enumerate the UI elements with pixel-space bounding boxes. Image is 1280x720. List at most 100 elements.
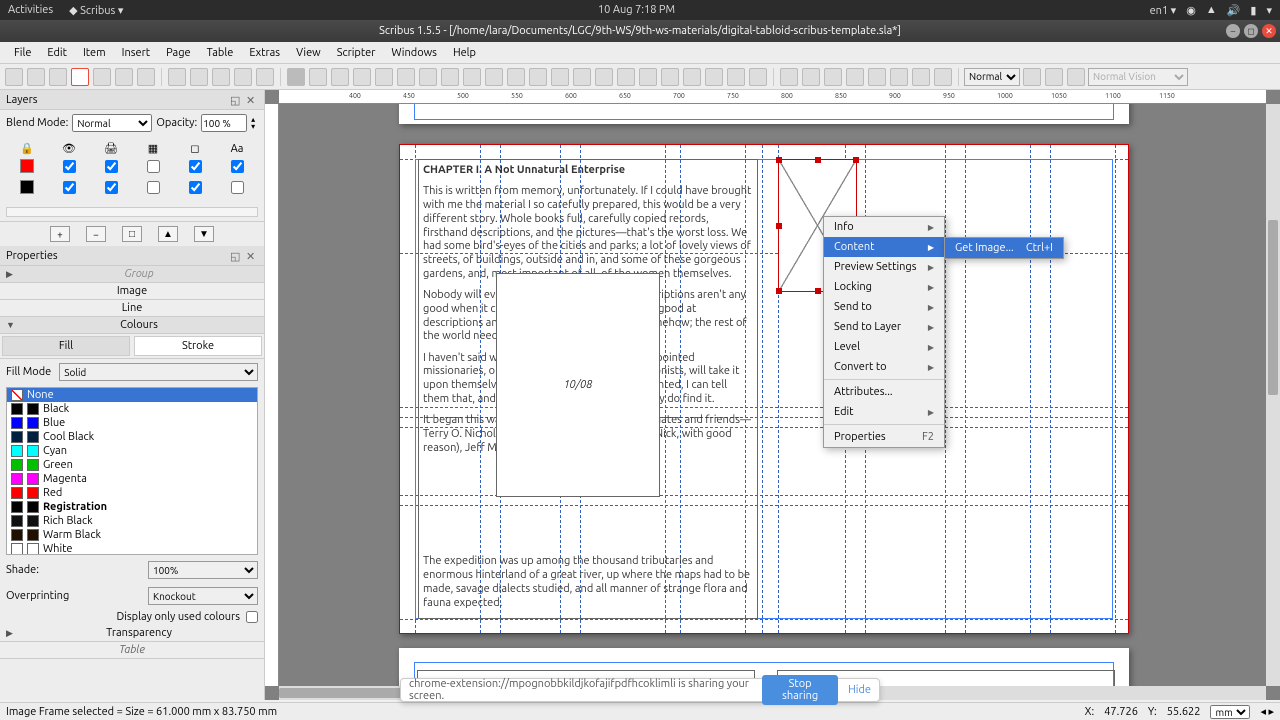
remove-layer-button[interactable]: − bbox=[86, 226, 106, 242]
colours-expander[interactable]: ▼Colours bbox=[0, 317, 264, 334]
unit-select[interactable]: mm bbox=[1210, 705, 1250, 719]
context-content[interactable]: Content▶ bbox=[824, 237, 944, 257]
maximize-button[interactable]: ◻ bbox=[1244, 24, 1258, 38]
layer-vis-2[interactable] bbox=[63, 181, 76, 194]
menu-edit[interactable]: Edit bbox=[39, 44, 75, 62]
context-attributes-[interactable]: Attributes... bbox=[824, 382, 944, 402]
pdf-radio-icon[interactable] bbox=[802, 68, 820, 86]
edit-mode-icon[interactable] bbox=[1067, 68, 1085, 86]
color-item-red[interactable]: Red bbox=[7, 486, 257, 500]
layer-vis-1[interactable] bbox=[63, 160, 76, 173]
blend-mode-select[interactable]: Normal bbox=[72, 114, 152, 132]
undock-icon[interactable]: ◱ bbox=[230, 94, 242, 106]
minimize-button[interactable]: – bbox=[1226, 24, 1240, 38]
menu-extras[interactable]: Extras bbox=[241, 44, 288, 62]
eyedropper-icon[interactable] bbox=[749, 68, 767, 86]
pdf-annot-icon[interactable] bbox=[912, 68, 930, 86]
spiral-icon[interactable] bbox=[463, 68, 481, 86]
pdf-icon[interactable] bbox=[137, 68, 155, 86]
lang-indicator[interactable]: en1 ▾ bbox=[1150, 4, 1177, 17]
hide-share-button[interactable]: Hide bbox=[848, 684, 871, 696]
layer-down-button[interactable]: ▼ bbox=[194, 226, 214, 242]
close-panel-icon[interactable]: ✕ bbox=[246, 94, 258, 106]
cms-icon[interactable] bbox=[1023, 68, 1041, 86]
undock-props-icon[interactable]: ◱ bbox=[230, 250, 242, 262]
layer-flow-1[interactable] bbox=[189, 160, 202, 173]
pdf-text-icon[interactable] bbox=[824, 68, 842, 86]
shade-select[interactable]: 100% bbox=[148, 561, 258, 579]
layer-lock-2[interactable] bbox=[147, 181, 160, 194]
context-send-to[interactable]: Send to▶ bbox=[824, 297, 944, 317]
add-layer-button[interactable]: + bbox=[50, 226, 70, 242]
ruler-horizontal[interactable]: 4004505005506006507007508008509009501000… bbox=[279, 90, 1266, 104]
arc-icon[interactable] bbox=[419, 68, 437, 86]
context-properties[interactable]: PropertiesF2 bbox=[824, 427, 944, 447]
stroke-tab[interactable]: Stroke bbox=[134, 336, 262, 356]
cut-icon[interactable] bbox=[212, 68, 230, 86]
menu-help[interactable]: Help bbox=[445, 44, 484, 62]
color-item-warm-black[interactable]: Warm Black bbox=[7, 528, 257, 542]
fill-tab[interactable]: Fill bbox=[2, 336, 130, 356]
color-item-green[interactable]: Green bbox=[7, 458, 257, 472]
volume-icon[interactable]: 🔊 bbox=[1227, 4, 1241, 17]
color-item-magenta[interactable]: Magenta bbox=[7, 472, 257, 486]
color-item-cyan[interactable]: Cyan bbox=[7, 444, 257, 458]
pdf-list-icon[interactable] bbox=[890, 68, 908, 86]
menu-scripter[interactable]: Scripter bbox=[329, 44, 384, 62]
layer-print-2[interactable] bbox=[105, 181, 118, 194]
layer-print-1[interactable] bbox=[105, 160, 118, 173]
zoom-controls[interactable]: ◂ ▸ bbox=[1260, 705, 1274, 718]
menu-item[interactable]: Item bbox=[75, 44, 114, 62]
link-frames-icon[interactable] bbox=[661, 68, 679, 86]
color-item-black[interactable]: Black bbox=[7, 402, 257, 416]
menu-view[interactable]: View bbox=[288, 44, 329, 62]
close-doc-icon[interactable] bbox=[71, 68, 89, 86]
line-tool-icon[interactable] bbox=[485, 68, 503, 86]
save-icon[interactable] bbox=[49, 68, 67, 86]
context-convert-to[interactable]: Convert to▶ bbox=[824, 357, 944, 377]
copy-props-icon[interactable] bbox=[727, 68, 745, 86]
context-get-image[interactable]: Get Image...Ctrl+I bbox=[945, 238, 1063, 258]
power-icon[interactable]: ▾ bbox=[1266, 4, 1272, 17]
table-expander[interactable]: Table bbox=[0, 642, 264, 659]
unlink-frames-icon[interactable] bbox=[683, 68, 701, 86]
canvas-area[interactable]: 4004505005506006507007508008509009501000… bbox=[265, 90, 1280, 700]
select-tool-icon[interactable] bbox=[287, 68, 305, 86]
new-icon[interactable] bbox=[5, 68, 23, 86]
calligraphy-icon[interactable] bbox=[551, 68, 569, 86]
close-button[interactable]: ✕ bbox=[1262, 24, 1276, 38]
polygon-icon[interactable] bbox=[441, 68, 459, 86]
preview-icon[interactable] bbox=[1045, 68, 1063, 86]
paste-icon[interactable] bbox=[256, 68, 274, 86]
vision-select[interactable]: Normal Vision bbox=[1088, 68, 1188, 86]
layer-color-2[interactable] bbox=[20, 180, 34, 194]
measure-icon[interactable] bbox=[705, 68, 723, 86]
undo-icon[interactable] bbox=[168, 68, 186, 86]
view-mode-select[interactable]: Normal bbox=[964, 68, 1020, 86]
render-frame-icon[interactable] bbox=[353, 68, 371, 86]
date-frame[interactable]: 10/08 bbox=[496, 273, 660, 497]
display-used-checkbox[interactable] bbox=[246, 611, 258, 623]
layer-outline-2[interactable] bbox=[231, 181, 244, 194]
opacity-spinner[interactable]: ▴▾ bbox=[251, 116, 255, 130]
layer-flow-2[interactable] bbox=[189, 181, 202, 194]
preflight-icon[interactable] bbox=[115, 68, 133, 86]
stop-sharing-button[interactable]: Stop sharing bbox=[762, 675, 838, 705]
layer-color-1[interactable] bbox=[20, 159, 34, 173]
transparency-expander[interactable]: ▶Transparency bbox=[0, 625, 264, 642]
context-send-to-layer[interactable]: Send to Layer▶ bbox=[824, 317, 944, 337]
scroll-vertical[interactable] bbox=[1266, 104, 1280, 686]
pdf-check-icon[interactable] bbox=[846, 68, 864, 86]
close-props-icon[interactable]: ✕ bbox=[246, 250, 258, 262]
color-item-blue[interactable]: Blue bbox=[7, 416, 257, 430]
color-item-white[interactable]: White bbox=[7, 542, 257, 555]
activities-label[interactable]: Activities bbox=[8, 4, 53, 17]
color-item-registration[interactable]: Registration bbox=[7, 500, 257, 514]
context-level[interactable]: Level▶ bbox=[824, 337, 944, 357]
pdf-link-icon[interactable] bbox=[934, 68, 952, 86]
print-icon[interactable] bbox=[93, 68, 111, 86]
app-indicator[interactable]: ◆ Scribus ▾ bbox=[69, 4, 123, 17]
menu-insert[interactable]: Insert bbox=[114, 44, 158, 62]
story-editor-icon[interactable] bbox=[639, 68, 657, 86]
copy-icon[interactable] bbox=[234, 68, 252, 86]
